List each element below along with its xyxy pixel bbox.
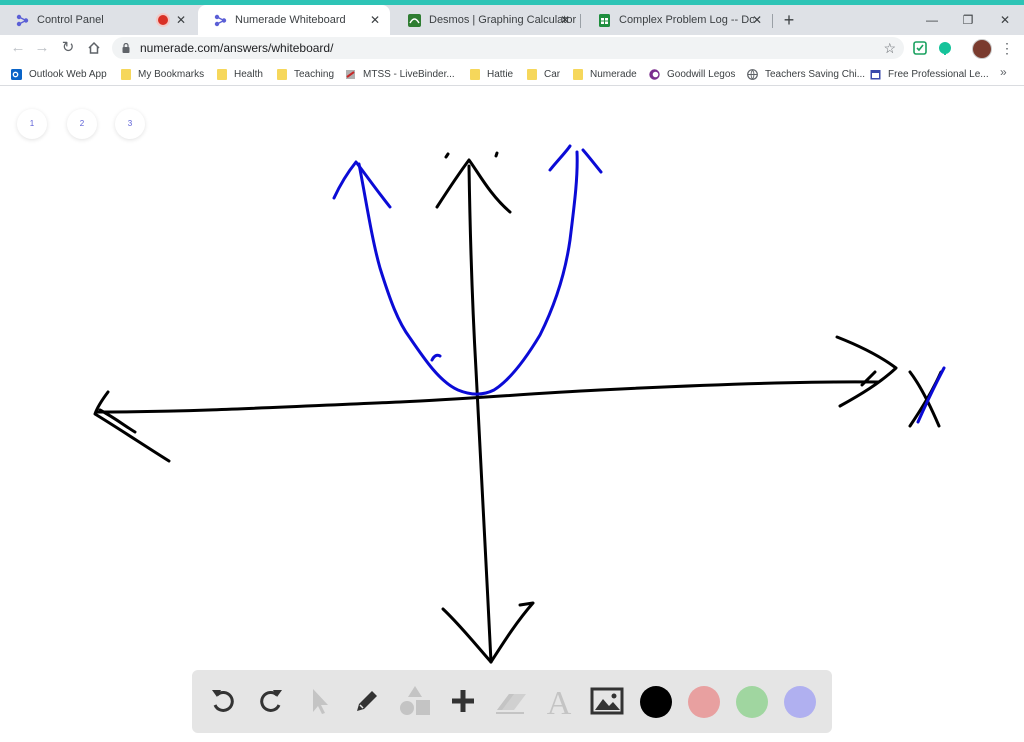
bookmark-label: Hattie [487,68,514,80]
color-pink-swatch[interactable] [688,686,720,718]
new-tab-button[interactable]: + [780,11,798,29]
close-icon[interactable]: ✕ [368,13,382,27]
more-bookmarks-icon[interactable]: » [1000,65,1007,79]
bookmark-label: Health [234,68,263,80]
undo-icon[interactable] [206,684,240,718]
bookmark-car[interactable]: Car [527,66,560,82]
desmos-icon [408,13,421,27]
folder-icon [277,68,287,80]
more-menu-icon[interactable]: ⋮ [1000,38,1014,58]
tab-complex-problem-log[interactable]: Complex Problem Log -- Donald ✕ [582,5,772,35]
livebinder-icon [346,69,355,79]
folder-icon [121,68,131,80]
bookmark-mtss[interactable]: MTSS - LiveBinder... [345,66,455,82]
pointer-icon[interactable] [302,684,336,718]
bookmark-label: Goodwill Legos [667,68,736,80]
sheets-icon [598,13,611,27]
bookmarks-bar: Outlook Web App My Bookmarks Health Teac… [0,63,1024,86]
folder-icon [573,68,583,80]
globe-icon [747,68,758,80]
grammarly-icon[interactable] [937,40,953,56]
bookmark-label: My Bookmarks [138,68,205,80]
lock-icon [122,43,130,53]
tab-desmos[interactable]: Desmos | Graphing Calculator ✕ [392,5,580,35]
bookmark-health[interactable]: Health [217,66,263,82]
svg-text:A: A [547,685,572,717]
browser-toolbar: ← → ↻ numerade.com/answers/whiteboard/ ☆ [0,35,1024,61]
redo-icon[interactable] [254,684,288,718]
folder-icon [217,68,227,80]
bookmark-teaching[interactable]: Teaching [277,66,334,82]
tab-title: Control Panel [37,14,104,26]
forward-icon[interactable]: → [32,38,52,58]
bookmark-label: Car [544,68,561,80]
eraser-icon[interactable] [494,684,528,718]
back-icon[interactable]: ← [8,38,28,58]
calendar-icon [870,69,881,79]
tab-title: Complex Problem Log -- Donald [619,14,754,26]
color-black-swatch[interactable] [640,686,672,718]
tab-separator [772,14,773,28]
bookmark-teachers-saving[interactable]: Teachers Saving Chi... [747,66,865,82]
folder-icon [470,68,480,80]
close-icon[interactable]: ✕ [750,13,764,27]
pencil-icon[interactable] [350,684,384,718]
home-icon[interactable] [84,38,104,58]
recording-icon [158,15,168,25]
tab-numerade-whiteboard[interactable]: Numerade Whiteboard ✕ [198,5,390,35]
outlook-icon [11,68,22,80]
folder-icon [527,68,537,80]
numerade-icon [16,14,29,27]
bookmark-label: Teaching [294,68,335,80]
bookmark-my-bookmarks[interactable]: My Bookmarks [121,66,204,82]
restore-icon[interactable]: ❐ [958,10,978,30]
text-icon[interactable]: A [542,684,576,718]
bookmark-label: Outlook Web App [29,68,107,80]
bookmark-label: Free Professional Le... [888,68,989,80]
tab-control-panel[interactable]: Control Panel ✕ [0,5,196,35]
color-green-swatch[interactable] [736,686,768,718]
tab-title: Numerade Whiteboard [235,14,346,26]
page-tab-1[interactable]: 1 [17,109,47,139]
bookmark-label: MTSS - LiveBinder... [363,68,455,80]
tab-separator [580,14,581,28]
numerade-icon [214,14,227,27]
reload-icon[interactable]: ↻ [58,38,78,58]
url-text: numerade.com/answers/whiteboard/ [140,41,334,55]
close-icon[interactable]: ✕ [174,13,188,27]
color-purple-swatch[interactable] [784,686,816,718]
tab-strip: Control Panel ✕ Numerade Whiteboard ✕ De… [0,5,1024,35]
goodwill-icon [649,68,660,80]
tab-title: Desmos | Graphing Calculator [429,14,577,26]
minimize-icon[interactable]: — [922,10,942,30]
bookmark-goodwill-legos[interactable]: Goodwill Legos [649,66,735,82]
bookmark-label: Teachers Saving Chi... [765,68,866,80]
bookmark-outlook[interactable]: Outlook Web App [11,66,107,82]
whiteboard-canvas[interactable]: 1 2 3 [0,86,1024,742]
bookmark-star-icon[interactable]: ☆ [883,37,896,59]
plus-icon[interactable] [446,684,480,718]
page-tab-2[interactable]: 2 [67,109,97,139]
extension-icon[interactable] [912,40,928,56]
address-bar[interactable]: numerade.com/answers/whiteboard/ ☆ [112,37,904,59]
avatar[interactable] [972,39,992,59]
window-close-icon[interactable]: ✕ [995,10,1015,30]
tool-palette: A [192,670,832,733]
bookmark-label: Numerade [590,68,637,80]
bookmark-hattie[interactable]: Hattie [470,66,513,82]
bookmark-free-professional[interactable]: Free Professional Le... [870,66,989,82]
image-icon[interactable] [590,684,624,718]
page-tab-3[interactable]: 3 [115,109,145,139]
close-icon[interactable]: ✕ [558,13,572,27]
shapes-icon[interactable] [398,684,432,718]
bookmark-numerade[interactable]: Numerade [573,66,637,82]
